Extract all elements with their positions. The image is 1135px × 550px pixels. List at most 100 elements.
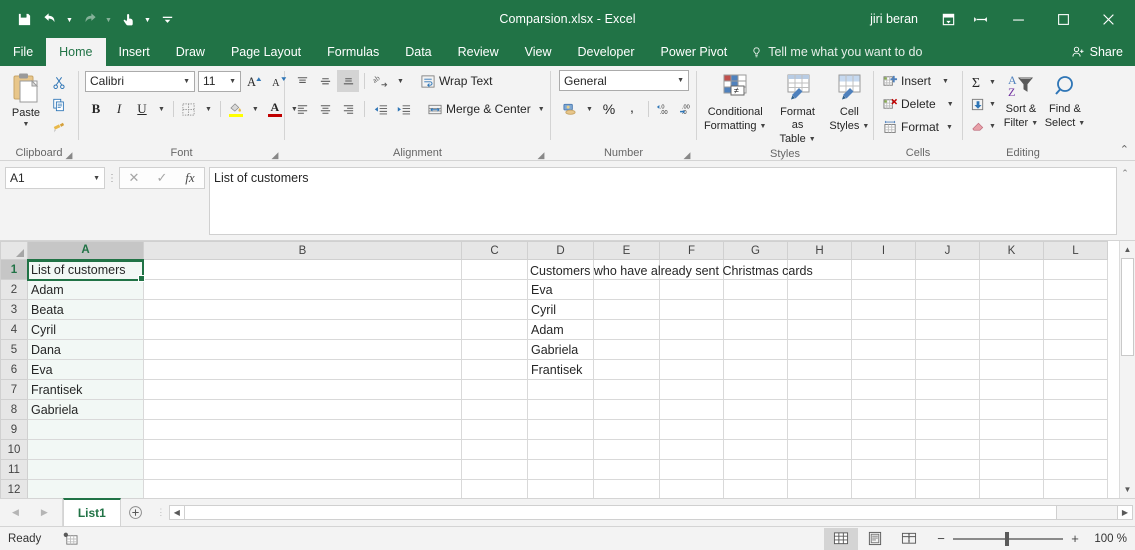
underline-button[interactable]: U — [131, 98, 153, 120]
delete-cells-dropdown-icon[interactable]: ▼ — [947, 101, 954, 108]
row-header-12[interactable]: 12 — [0, 479, 28, 498]
cell-G9[interactable] — [723, 419, 788, 440]
cell-A7[interactable]: Frantisek — [27, 379, 144, 400]
cell-C11[interactable] — [461, 459, 528, 480]
cell-B3[interactable] — [143, 299, 462, 320]
orientation-button[interactable]: ab — [370, 70, 392, 92]
format-as-table-dropdown-icon[interactable]: ▼ — [809, 136, 816, 143]
row-header-5[interactable]: 5 — [0, 339, 28, 360]
tab-file[interactable]: File — [0, 38, 47, 66]
cell-A12[interactable] — [27, 479, 144, 498]
cell-D8[interactable] — [527, 399, 594, 420]
cell-H8[interactable] — [787, 399, 852, 420]
enter-formula-icon[interactable]: ✓ — [148, 168, 176, 188]
conditional-formatting-button[interactable]: ≠ Conditional Formatting ▼ — [701, 70, 769, 133]
cell-C10[interactable] — [461, 439, 528, 460]
column-header-j[interactable]: J — [915, 241, 980, 260]
cell-I5[interactable] — [851, 339, 916, 360]
cell-H2[interactable] — [787, 279, 852, 300]
align-right-button[interactable] — [337, 98, 359, 120]
cell-A3[interactable]: Beata — [27, 299, 144, 320]
increase-indent-button[interactable] — [393, 98, 415, 120]
cell-L6[interactable] — [1043, 359, 1108, 380]
font-name-dropdown-icon[interactable]: ▼ — [183, 78, 190, 85]
format-as-table-button[interactable]: Format as Table ▼ — [769, 70, 825, 146]
accounting-dropdown-icon[interactable]: ▼ — [582, 106, 597, 113]
clear-dropdown-icon[interactable]: ▼ — [989, 123, 996, 130]
minimize-button[interactable] — [996, 4, 1041, 34]
ribbon-display-options-icon[interactable] — [932, 4, 964, 34]
alignment-dialog-launcher[interactable]: ◢ — [536, 150, 546, 160]
cell-F10[interactable] — [659, 439, 724, 460]
cell-L1[interactable] — [1043, 259, 1108, 280]
number-format-dropdown-icon[interactable]: ▼ — [677, 77, 684, 84]
cell-D6[interactable]: Frantisek — [527, 359, 594, 380]
tab-draw[interactable]: Draw — [163, 38, 218, 66]
fill-dropdown-icon[interactable]: ▼ — [989, 101, 996, 108]
zoom-level-label[interactable]: 100 % — [1087, 533, 1127, 545]
cell-E3[interactable] — [593, 299, 660, 320]
row-header-4[interactable]: 4 — [0, 319, 28, 340]
cell-J7[interactable] — [915, 379, 980, 400]
vertical-scroll-track[interactable] — [1119, 258, 1135, 481]
find-select-button[interactable]: Find & Select ▼ — [1043, 70, 1087, 130]
fill-color-button[interactable] — [225, 98, 247, 120]
cell-C7[interactable] — [461, 379, 528, 400]
cell-C3[interactable] — [461, 299, 528, 320]
cell-H4[interactable] — [787, 319, 852, 340]
column-header-d[interactable]: D — [527, 241, 594, 260]
column-header-f[interactable]: F — [659, 241, 724, 260]
row-header-9[interactable]: 9 — [0, 419, 28, 440]
wrap-text-button[interactable]: Wrap Text — [417, 70, 496, 92]
cell-B2[interactable] — [143, 279, 462, 300]
cell-D5[interactable]: Gabriela — [527, 339, 594, 360]
cell-J4[interactable] — [915, 319, 980, 340]
cell-G5[interactable] — [723, 339, 788, 360]
cell-C8[interactable] — [461, 399, 528, 420]
cell-J3[interactable] — [915, 299, 980, 320]
cell-B10[interactable] — [143, 439, 462, 460]
row-header-2[interactable]: 2 — [0, 279, 28, 300]
scroll-left-icon[interactable]: ◀ — [169, 506, 185, 519]
cell-K1[interactable] — [979, 259, 1044, 280]
cell-H9[interactable] — [787, 419, 852, 440]
row-header-8[interactable]: 8 — [0, 399, 28, 420]
collapse-ribbon-button[interactable]: ⌃ — [1120, 143, 1129, 156]
paste-button[interactable]: Paste ▼ — [4, 70, 48, 128]
column-header-e[interactable]: E — [593, 241, 660, 260]
fill-button[interactable]: ▼ — [967, 93, 999, 115]
decrease-indent-button[interactable] — [370, 98, 392, 120]
clear-button[interactable]: ▼ — [967, 115, 999, 137]
borders-button[interactable] — [178, 98, 200, 120]
cell-I4[interactable] — [851, 319, 916, 340]
cell-L5[interactable] — [1043, 339, 1108, 360]
cell-L3[interactable] — [1043, 299, 1108, 320]
cell-A4[interactable]: Cyril — [27, 319, 144, 340]
zoom-in-button[interactable]: + — [1070, 531, 1080, 546]
cell-F11[interactable] — [659, 459, 724, 480]
cell-B1[interactable] — [143, 259, 462, 280]
cell-K10[interactable] — [979, 439, 1044, 460]
cell-B9[interactable] — [143, 419, 462, 440]
paste-dropdown-icon[interactable]: ▼ — [23, 121, 30, 128]
cell-D11[interactable] — [527, 459, 594, 480]
redo-dropdown-icon[interactable]: ▼ — [103, 7, 114, 31]
customize-qat-button[interactable] — [155, 7, 179, 31]
cell-B11[interactable] — [143, 459, 462, 480]
cell-H3[interactable] — [787, 299, 852, 320]
cell-G3[interactable] — [723, 299, 788, 320]
formula-input[interactable]: List of customers — [209, 167, 1117, 235]
cell-I3[interactable] — [851, 299, 916, 320]
cell-H7[interactable] — [787, 379, 852, 400]
cell-E8[interactable] — [593, 399, 660, 420]
cell-D7[interactable] — [527, 379, 594, 400]
tab-insert[interactable]: Insert — [106, 38, 163, 66]
cell-F2[interactable] — [659, 279, 724, 300]
cell-L9[interactable] — [1043, 419, 1108, 440]
merge-center-dropdown-icon[interactable]: ▼ — [538, 106, 545, 113]
cell-C5[interactable] — [461, 339, 528, 360]
zoom-slider-knob[interactable] — [1005, 531, 1009, 546]
horizontal-scrollbar[interactable]: ◀ ▶ — [168, 505, 1133, 520]
tab-splitter[interactable]: ⋮ — [155, 507, 167, 518]
sort-filter-button[interactable]: A Z Sort & Filter ▼ — [999, 70, 1043, 130]
